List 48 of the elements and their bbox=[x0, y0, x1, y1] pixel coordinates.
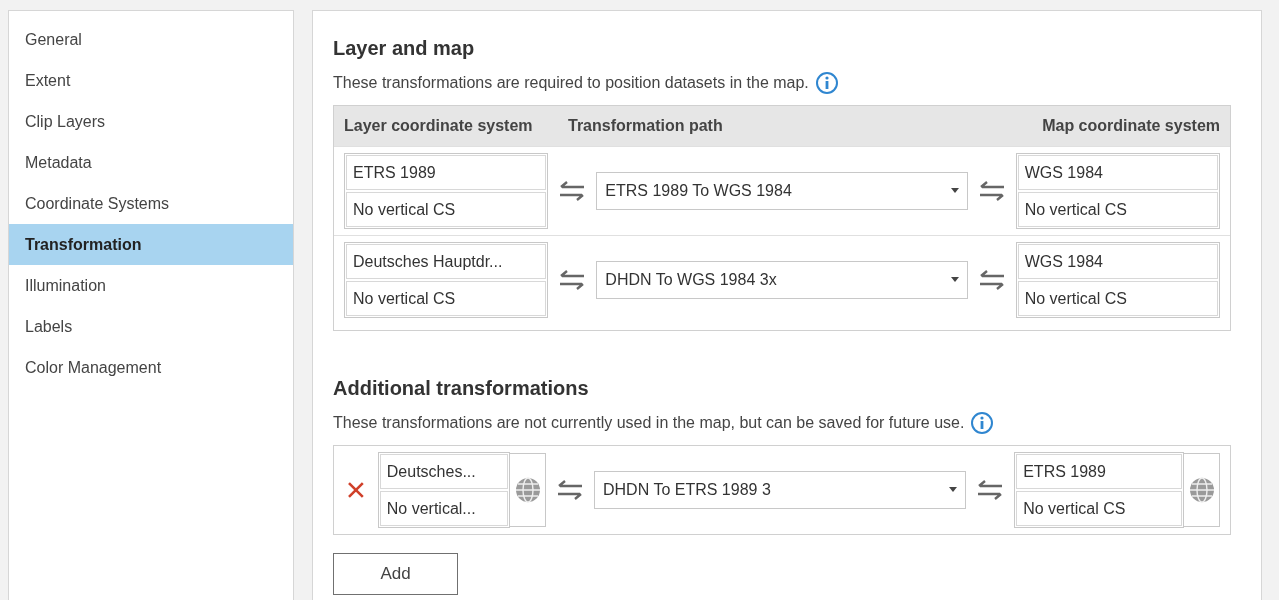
sidebar-item[interactable]: Transformation bbox=[9, 224, 293, 265]
sidebar-item[interactable]: Clip Layers bbox=[9, 101, 293, 142]
coordinate-system-field: ETRS 1989 bbox=[346, 155, 547, 190]
coordinate-system-field: WGS 1984 bbox=[1017, 155, 1218, 190]
section-title: Layer and map bbox=[333, 36, 476, 61]
sidebar-item[interactable]: Labels bbox=[9, 306, 293, 347]
coordinate-system-field: Deutsches... bbox=[379, 454, 509, 489]
coordinate-system-field: Deutsches Hauptdr... bbox=[346, 244, 547, 279]
vertical-cs-field: No vertical CS bbox=[346, 192, 547, 227]
column-header: Map coordinate system bbox=[1042, 116, 1220, 136]
transformation-dropdown[interactable]: DHDN To ETRS 1989 3 bbox=[594, 471, 967, 509]
column-header: Layer coordinate system bbox=[344, 116, 534, 136]
info-icon[interactable] bbox=[814, 71, 839, 95]
description-text: These transformations are required to position datasets in the map. bbox=[333, 73, 809, 93]
sidebar-item[interactable]: Color Management bbox=[9, 347, 293, 388]
globe-icon[interactable] bbox=[1187, 476, 1216, 504]
add-button[interactable]: Add bbox=[333, 553, 458, 595]
sidebar-item[interactable]: Metadata bbox=[9, 142, 293, 183]
vertical-cs-field: No vertical CS bbox=[1017, 192, 1218, 227]
sidebar-item[interactable]: Coordinate Systems bbox=[9, 183, 293, 224]
vertical-cs-field: No vertical CS bbox=[346, 281, 547, 316]
caret-icon bbox=[950, 188, 959, 194]
description-text: These transformations are not currently used in the map, but can be saved for future use. bbox=[333, 413, 965, 433]
swap-icon[interactable] bbox=[977, 269, 1006, 291]
info-icon[interactable] bbox=[970, 411, 995, 435]
globe-button[interactable] bbox=[510, 453, 546, 527]
transformation-dropdown[interactable]: ETRS 1989 To WGS 1984 bbox=[596, 172, 968, 210]
caret-icon bbox=[950, 277, 959, 283]
vertical-cs-field: No vertical CS bbox=[1017, 281, 1218, 316]
swap-icon[interactable] bbox=[977, 180, 1006, 202]
sidebar-item[interactable]: General bbox=[9, 19, 293, 60]
coordinate-system-field: ETRS 1989 bbox=[1016, 454, 1183, 489]
globe-button[interactable] bbox=[1184, 453, 1220, 527]
vertical-cs-field: No vertical... bbox=[379, 491, 509, 526]
transformation-dropdown[interactable]: DHDN To WGS 1984 3x bbox=[596, 261, 968, 299]
column-header: Transformation path bbox=[568, 116, 724, 136]
globe-icon[interactable] bbox=[513, 476, 542, 504]
swap-icon[interactable] bbox=[558, 269, 587, 291]
coordinate-system-field: WGS 1984 bbox=[1017, 244, 1218, 279]
swap-icon[interactable] bbox=[558, 180, 587, 202]
swap-icon[interactable] bbox=[556, 479, 584, 501]
remove-icon[interactable] bbox=[346, 480, 366, 500]
vertical-cs-field: No vertical CS bbox=[1016, 491, 1183, 526]
caret-icon bbox=[949, 487, 958, 493]
sidebar-item[interactable]: Extent bbox=[9, 60, 293, 101]
swap-icon[interactable] bbox=[976, 479, 1005, 501]
sidebar-item[interactable]: Illumination bbox=[9, 265, 293, 306]
section-title: Additional transformations bbox=[333, 376, 590, 401]
